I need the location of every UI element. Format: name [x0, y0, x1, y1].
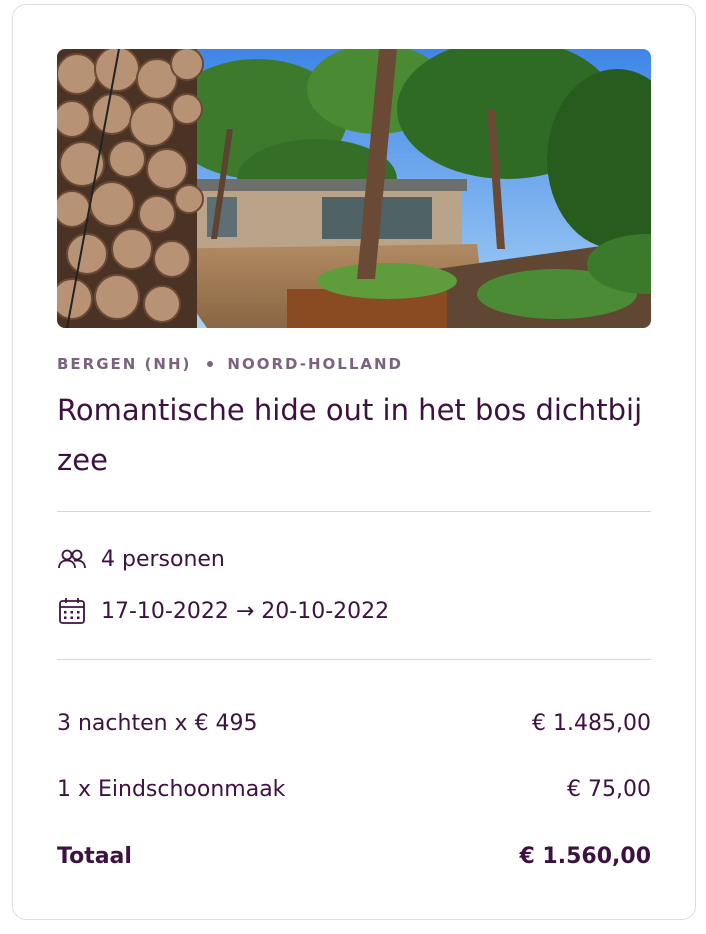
separator-dot: [207, 361, 214, 367]
guests-text: 4 personen: [101, 546, 225, 572]
price-label: 3 nachten x € 495: [57, 710, 258, 736]
total-label: Totaal: [57, 843, 132, 869]
price-label: 1 x Eindschoonmaak: [57, 776, 286, 802]
calendar-icon: [57, 596, 87, 626]
dates-row: 17-10-2022 → 20-10-2022: [57, 594, 389, 628]
price-row-total: Totaal € 1.560,00: [57, 839, 651, 873]
price-row-nights: 3 nachten x € 495 € 1.485,00: [57, 706, 651, 740]
total-amount: € 1.560,00: [519, 843, 651, 869]
divider: [57, 659, 651, 660]
listing-photo: [57, 49, 651, 328]
users-icon: [57, 544, 87, 574]
listing-title[interactable]: Romantische hide out in het bos dichtbij…: [57, 385, 651, 485]
price-amount: € 75,00: [567, 776, 651, 802]
listing-location: BERGEN (NH) NOORD-HOLLAND: [57, 353, 403, 375]
price-amount: € 1.485,00: [532, 710, 651, 736]
divider: [57, 511, 651, 512]
price-row-cleaning: 1 x Eindschoonmaak € 75,00: [57, 772, 651, 806]
location-region: NOORD-HOLLAND: [227, 355, 403, 373]
dates-text: 17-10-2022 → 20-10-2022: [101, 598, 390, 624]
guests-row: 4 personen: [57, 542, 225, 576]
location-city: BERGEN (NH): [57, 355, 192, 373]
